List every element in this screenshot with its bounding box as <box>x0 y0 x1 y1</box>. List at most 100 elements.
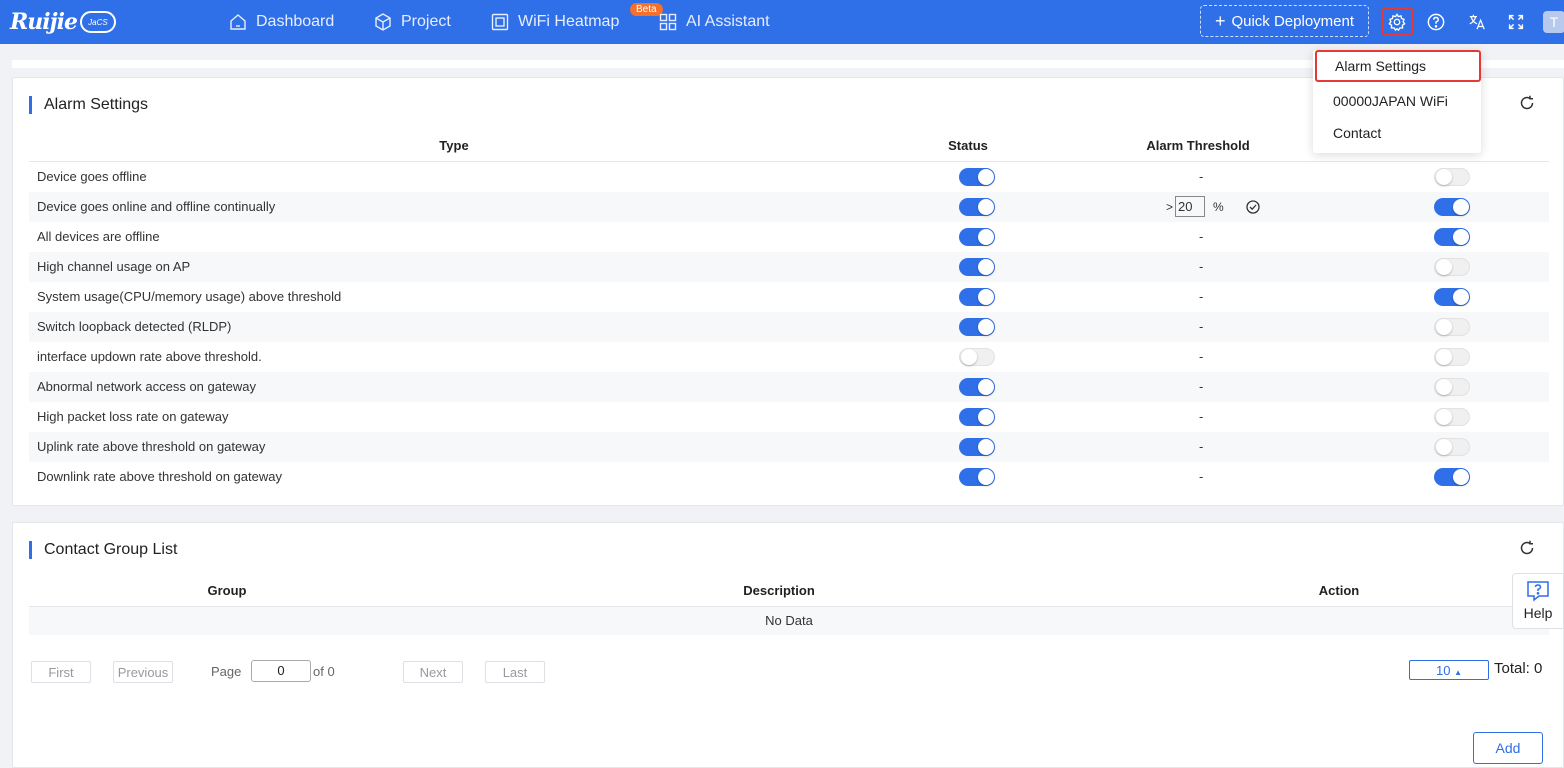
status-toggle[interactable] <box>959 198 995 216</box>
nav-wifi-heatmap[interactable]: WiFi Heatmap <box>490 0 619 44</box>
toggle-knob <box>1436 439 1452 455</box>
page-size-select[interactable]: 10 ▲ <box>1409 660 1489 680</box>
page-count-label: of 0 <box>313 664 335 679</box>
notify-toggle[interactable] <box>1434 348 1470 366</box>
notify-toggle[interactable] <box>1434 228 1470 246</box>
menu-item-japan-wifi[interactable]: 00000JAPAN WiFi <box>1313 85 1481 117</box>
status-toggle[interactable] <box>959 408 995 426</box>
help-float-button[interactable]: Help <box>1512 573 1564 629</box>
threshold-value: - <box>1199 259 1204 274</box>
alarm-row: Downlink rate above threshold on gateway… <box>29 462 1549 492</box>
threshold-unit: % <box>1213 199 1224 214</box>
status-toggle[interactable] <box>959 438 995 456</box>
nav-dashboard[interactable]: Dashboard <box>228 0 334 44</box>
alarm-type-label: All devices are offline <box>37 229 160 244</box>
heatmap-icon <box>491 13 509 31</box>
empty-state: No Data <box>29 607 1549 635</box>
toggle-knob <box>978 409 994 425</box>
status-toggle[interactable] <box>959 168 995 186</box>
nav-dashboard-label: Dashboard <box>256 13 335 30</box>
alarm-row: High channel usage on AP - <box>29 252 1549 282</box>
status-toggle[interactable] <box>959 228 995 246</box>
threshold-value: - <box>1199 439 1204 454</box>
alarm-type-label: Switch loopback detected (RLDP) <box>37 319 232 334</box>
alarm-row: Device goes offline - <box>29 162 1549 192</box>
toggle-knob <box>1453 199 1469 215</box>
quick-deployment-button[interactable]: + Quick Deployment <box>1200 5 1369 37</box>
col-action: Action <box>1318 583 1360 598</box>
notify-toggle[interactable] <box>1434 318 1470 336</box>
contact-table-header: Group Description Action <box>29 583 1549 607</box>
status-toggle[interactable] <box>959 348 995 366</box>
nav-ai-assistant-label: AI Assistant <box>686 13 770 30</box>
menu-item-contact[interactable]: Contact <box>1313 117 1481 149</box>
alarm-type-label: Device goes online and offline continual… <box>37 199 276 214</box>
page-label: Page <box>211 664 242 679</box>
chat-help-icon <box>1527 581 1549 602</box>
menu-item-alarm-settings[interactable]: Alarm Settings <box>1315 50 1481 82</box>
status-toggle[interactable] <box>959 318 995 336</box>
col-description: Description <box>743 583 815 598</box>
fullscreen-icon[interactable] <box>1505 11 1527 33</box>
previous-page-button[interactable]: Previous <box>113 661 173 683</box>
top-navigation-bar: Ruijie JaCS Dashboard Project WiFi Heatm… <box>0 0 1564 44</box>
logo-badge: JaCS <box>79 11 116 33</box>
col-type: Type <box>439 138 469 153</box>
page-number-input[interactable]: 0 <box>251 660 311 682</box>
toggle-knob <box>978 259 994 275</box>
status-toggle[interactable] <box>959 378 995 396</box>
threshold-value: - <box>1199 289 1204 304</box>
refresh-icon[interactable] <box>1519 540 1535 556</box>
notify-toggle[interactable] <box>1434 408 1470 426</box>
notify-toggle[interactable] <box>1434 198 1470 216</box>
alarm-row: interface updown rate above threshold. - <box>29 342 1549 372</box>
status-toggle[interactable] <box>959 468 995 486</box>
toggle-knob <box>1453 289 1469 305</box>
help-label: Help <box>1523 605 1553 621</box>
help-icon[interactable] <box>1425 11 1447 33</box>
logo-text: Ruijie <box>10 9 78 35</box>
alarm-row: Device goes online and offline continual… <box>29 192 1549 222</box>
quick-deployment-label: Quick Deployment <box>1231 12 1355 30</box>
confirm-check-icon[interactable] <box>1246 199 1260 214</box>
notify-toggle[interactable] <box>1434 258 1470 276</box>
notify-toggle[interactable] <box>1434 438 1470 456</box>
last-page-button[interactable]: Last <box>485 661 545 683</box>
language-icon[interactable] <box>1466 11 1488 33</box>
alarm-type-label: High channel usage on AP <box>37 259 191 274</box>
alarm-row: Abnormal network access on gateway - <box>29 372 1549 402</box>
avatar[interactable]: T <box>1543 11 1564 33</box>
notify-toggle[interactable] <box>1434 378 1470 396</box>
nav-wifi-heatmap-label: WiFi Heatmap <box>518 13 620 30</box>
status-toggle[interactable] <box>959 288 995 306</box>
alarm-type-label: interface updown rate above threshold. <box>37 349 262 364</box>
toggle-knob <box>1436 319 1452 335</box>
alarm-type-label: Downlink rate above threshold on gateway <box>37 469 282 484</box>
toggle-knob <box>978 199 994 215</box>
first-page-button[interactable]: First <box>31 661 91 683</box>
add-button[interactable]: Add <box>1473 732 1543 764</box>
threshold-value: - <box>1199 349 1204 364</box>
toggle-knob <box>961 349 977 365</box>
threshold-value: - <box>1199 319 1204 334</box>
status-toggle[interactable] <box>959 258 995 276</box>
contact-group-title: Contact Group List <box>29 541 177 559</box>
ruijie-logo[interactable]: Ruijie JaCS <box>10 8 116 36</box>
notify-toggle[interactable] <box>1434 468 1470 486</box>
refresh-icon[interactable] <box>1519 95 1535 111</box>
notify-toggle[interactable] <box>1434 168 1470 186</box>
nav-ai-assistant[interactable]: AI Assistant <box>658 0 770 44</box>
gear-icon[interactable] <box>1386 11 1408 33</box>
col-group: Group <box>207 583 247 598</box>
toggle-knob <box>978 469 994 485</box>
alarm-row: Switch loopback detected (RLDP) - <box>29 312 1549 342</box>
contact-group-card: Contact Group List Group Description Act… <box>12 522 1564 768</box>
toggle-knob <box>1436 379 1452 395</box>
notify-toggle[interactable] <box>1434 288 1470 306</box>
nav-project[interactable]: Project <box>373 0 451 44</box>
toggle-knob <box>978 319 994 335</box>
next-page-button[interactable]: Next <box>403 661 463 683</box>
total-count: Total: 0 <box>1494 660 1543 677</box>
toggle-knob <box>978 229 994 245</box>
threshold-input[interactable]: 20 <box>1175 196 1206 217</box>
